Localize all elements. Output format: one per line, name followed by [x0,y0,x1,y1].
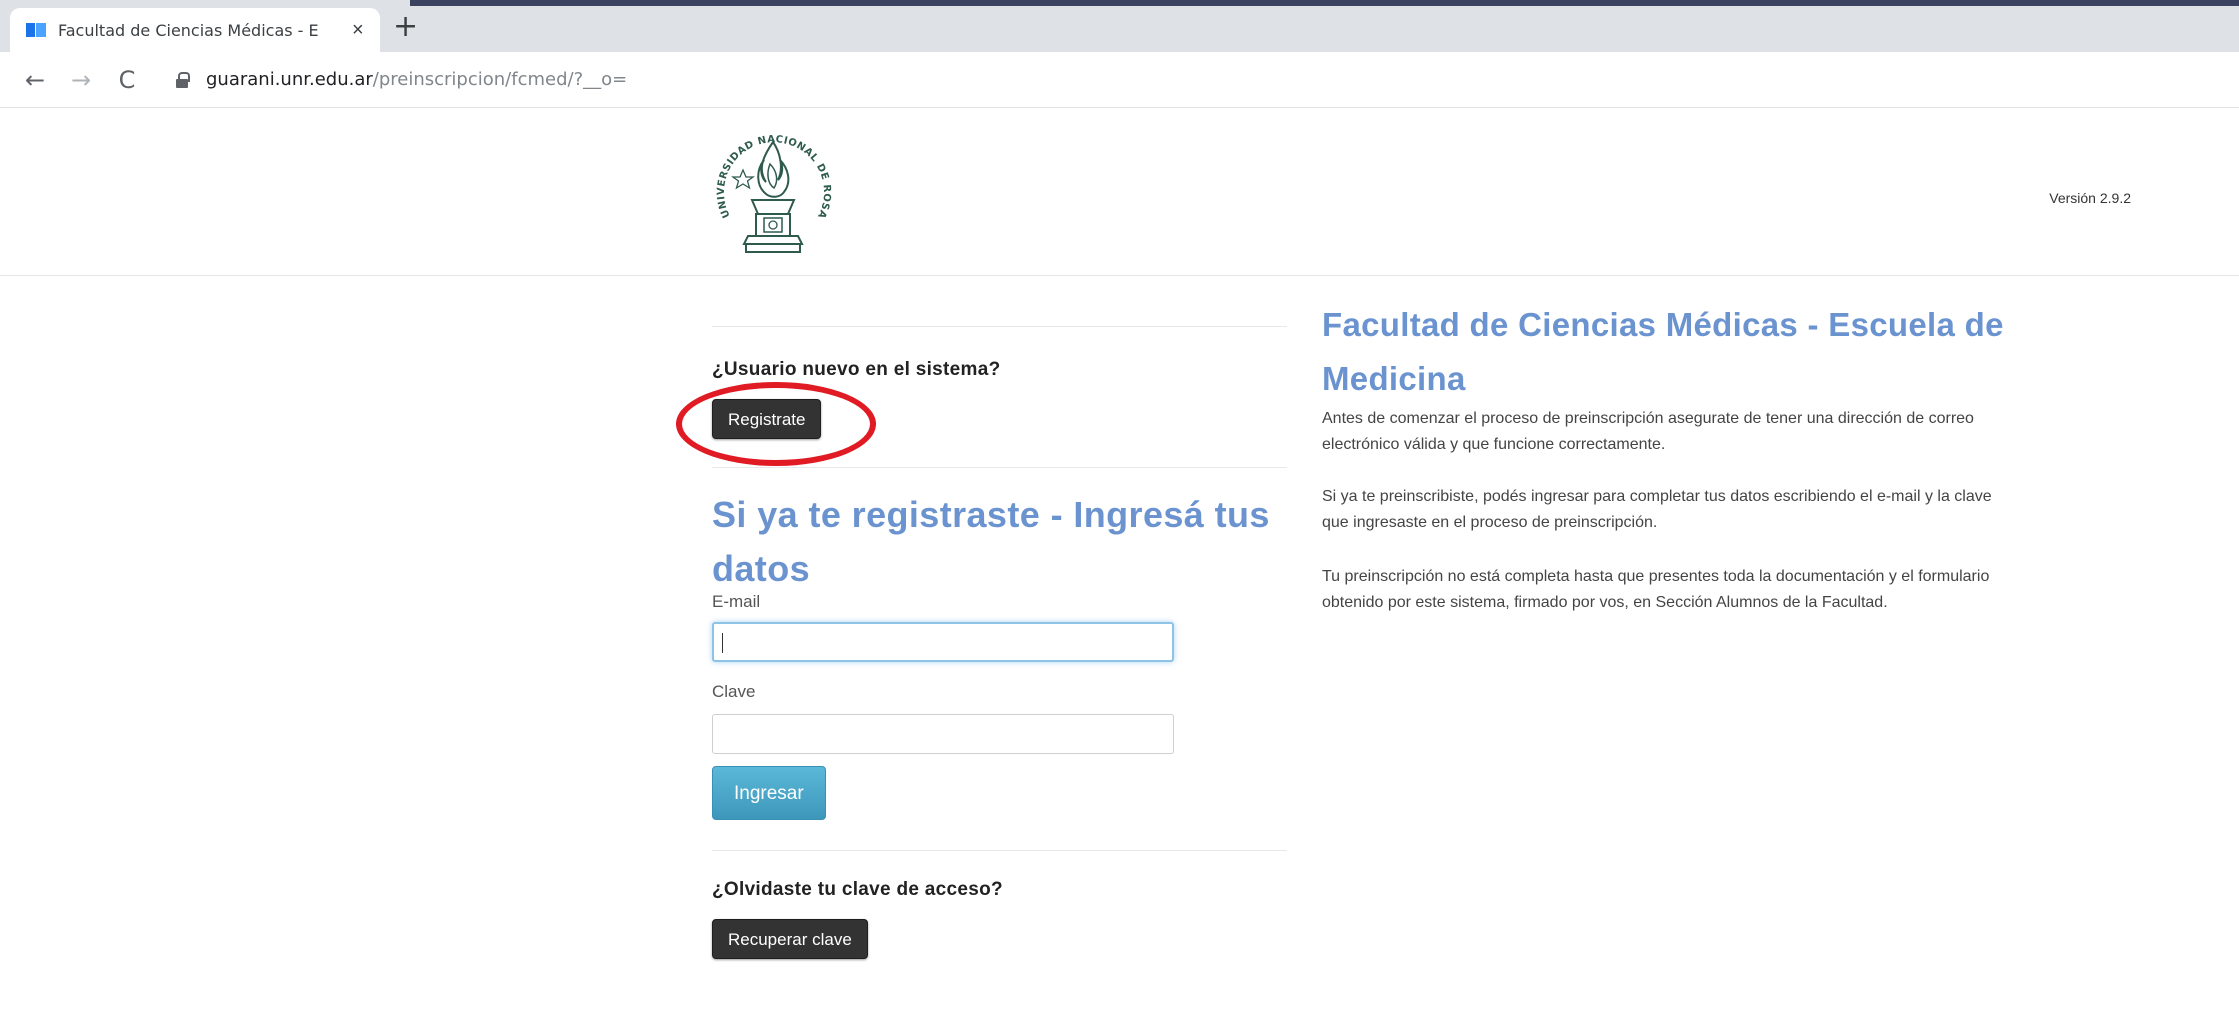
faculty-title-line2: Medicina [1322,360,1466,397]
university-logo: UNIVERSIDAD NACIONAL DE ROSARIO [708,118,832,253]
login-heading-line1: Si ya te registraste - Ingresá tus [712,494,1270,535]
register-button[interactable]: Registrate [712,399,822,439]
browser-tab[interactable]: Facultad de Ciencias Médicas - E × [10,8,380,52]
info-paragraph-3-line2: obtenido por este sistema, firmado por v… [1322,594,1888,611]
info-paragraph-3-line1: Tu preinscripción no está completa hasta… [1322,568,1990,585]
new-tab-button[interactable]: + [393,12,418,42]
divider [712,850,1287,851]
email-field[interactable] [712,622,1174,662]
faculty-title: Facultad de Ciencias Médicas - Escuela d… [1322,298,2142,406]
forgot-password-heading: ¿Olvidaste tu clave de acceso? [712,879,1003,900]
info-paragraph-1-line2: electrónico válida y que funcione correc… [1322,436,1666,453]
new-user-heading: ¿Usuario nuevo en el sistema? [712,359,1001,380]
page-header: UNIVERSIDAD NACIONAL DE ROSARIO Versión … [0,108,2239,276]
divider [712,467,1287,468]
info-column: Facultad de Ciencias Médicas - Escuela d… [1322,298,2142,616]
info-paragraph-2-line1: Si ya te preinscribiste, podés ingresar … [1322,488,1992,505]
favicon-icon [26,21,46,39]
reload-icon[interactable]: C [108,61,146,99]
address-bar[interactable]: guarani.unr.edu.ar/preinscripcion/fcmed/… [176,62,627,98]
login-heading-line2: datos [712,548,811,589]
login-button[interactable]: Ingresar [712,766,826,820]
login-heading: Si ya te registraste - Ingresá tus datos [712,488,1287,596]
lock-icon[interactable] [176,71,190,88]
password-label: Clave [712,682,756,701]
version-label: Versión 2.9.2 [2049,190,2131,206]
close-icon[interactable]: × [352,20,364,40]
forward-arrow-icon[interactable]: → [62,61,100,99]
info-paragraph-3: Tu preinscripción no está completa hasta… [1322,564,2142,616]
tab-title: Facultad de Ciencias Médicas - E [58,20,319,40]
browser-tabstrip: Facultad de Ciencias Médicas - E × + [0,0,2239,52]
info-paragraph-1-line1: Antes de comenzar el proceso de preinscr… [1322,410,1974,427]
url-host: guarani.unr.edu.ar [206,69,373,90]
info-paragraph-1: Antes de comenzar el proceso de preinscr… [1322,406,2142,458]
faculty-title-line1: Facultad de Ciencias Médicas - Escuela d… [1322,306,2004,343]
url-path: /preinscripcion/fcmed/?__o= [372,69,628,90]
back-arrow-icon[interactable]: ← [16,61,54,99]
login-column: ¿Usuario nuevo en el sistema? Registrate… [712,326,1287,959]
info-paragraph-2-line2: que ingresaste en el proceso de preinscr… [1322,514,1658,531]
browser-toolbar: ← → C guarani.unr.edu.ar/preinscripcion/… [0,52,2239,108]
svg-text:UNIVERSIDAD NACIONAL DE ROSARI: UNIVERSIDAD NACIONAL DE ROSARIO [708,118,832,220]
info-paragraph-2: Si ya te preinscribiste, podés ingresar … [1322,484,2142,536]
tabstrip-accent-bar [410,0,2239,6]
password-field[interactable] [712,714,1174,754]
recover-password-button[interactable]: Recuperar clave [712,919,868,959]
divider [712,326,1287,327]
